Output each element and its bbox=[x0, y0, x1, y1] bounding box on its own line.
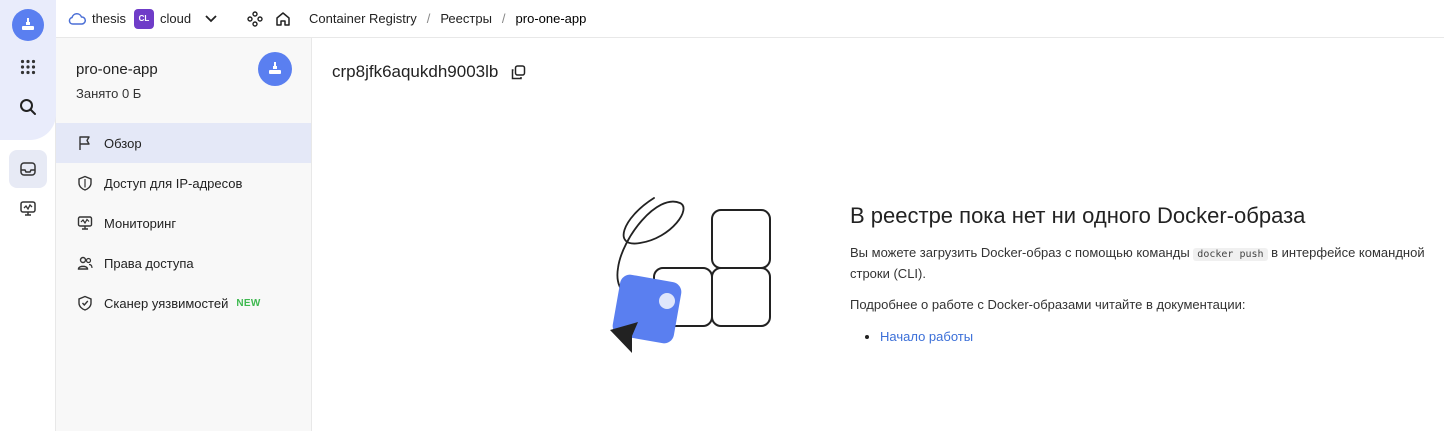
sidebar-nav: Обзор Доступ для IP-адресов Мониторинг П… bbox=[56, 123, 311, 323]
home-icon[interactable] bbox=[275, 11, 291, 27]
breadcrumb-registries[interactable]: Реестры bbox=[440, 11, 492, 26]
top-bar: thesis CL cloud Container Registry / Рее… bbox=[56, 0, 1444, 38]
sidebar-item-overview[interactable]: Обзор bbox=[56, 123, 311, 163]
cloud-icon bbox=[68, 12, 86, 26]
shield-check-icon bbox=[76, 294, 94, 312]
registry-avatar-icon bbox=[258, 52, 292, 86]
search-icon[interactable] bbox=[10, 89, 46, 125]
sidebar-item-label: Сканер уязвимостей bbox=[104, 295, 229, 311]
main-content: crp8jfk6aqukdh9003lb В реестре пока нет … bbox=[312, 38, 1444, 431]
registry-id: crp8jfk6aqukdh9003lb bbox=[332, 62, 499, 81]
docker-push-command: docker push bbox=[1193, 248, 1268, 261]
flag-icon bbox=[76, 134, 94, 152]
docs-list: Начало работы bbox=[850, 329, 1442, 344]
sidebar-item-ip-access[interactable]: Доступ для IP-адресов bbox=[56, 163, 311, 203]
sidebar-item-label: Обзор bbox=[104, 135, 142, 151]
container-registry-logo-icon[interactable] bbox=[12, 9, 44, 41]
sidebar-item-vulnerability-scanner[interactable]: Сканер уязвимостей NEW bbox=[56, 283, 311, 323]
sidebar: pro-one-app Занято 0 Б Обзор Доступ для … bbox=[56, 38, 312, 431]
shield-icon bbox=[76, 174, 94, 192]
docs-hint: Подробнее о работе с Docker-образами чит… bbox=[850, 297, 1246, 312]
getting-started-link[interactable]: Начало работы bbox=[880, 329, 973, 344]
empty-state-text-before: Вы можете загрузить Docker-образ с помощ… bbox=[850, 245, 1190, 260]
registry-id-heading: crp8jfk6aqukdh9003lb bbox=[332, 62, 526, 82]
monitoring-rail-icon[interactable] bbox=[10, 190, 46, 226]
empty-state: В реестре пока нет ни одного Docker-обра… bbox=[850, 203, 1442, 344]
service-nodes-icon[interactable] bbox=[247, 10, 263, 27]
services-grid-icon[interactable] bbox=[10, 49, 46, 85]
empty-state-title: В реестре пока нет ни одного Docker-обра… bbox=[850, 203, 1306, 228]
breadcrumb-separator: / bbox=[426, 11, 431, 26]
empty-registry-illustration bbox=[602, 188, 782, 358]
empty-state-text: Вы можете загрузить Docker-образ с помощ… bbox=[850, 243, 1442, 283]
breadcrumb-container-registry[interactable]: Container Registry bbox=[309, 11, 417, 26]
folder-name: cloud bbox=[159, 11, 192, 26]
sidebar-item-label: Мониторинг bbox=[104, 215, 177, 231]
copy-icon[interactable] bbox=[510, 64, 526, 80]
registry-name: pro-one-app bbox=[76, 61, 158, 78]
sidebar-item-access-rights[interactable]: Права доступа bbox=[56, 243, 311, 283]
inbox-icon[interactable] bbox=[9, 150, 47, 188]
sidebar-item-monitoring[interactable]: Мониторинг bbox=[56, 203, 311, 243]
chevron-down-icon[interactable] bbox=[205, 14, 217, 23]
sidebar-item-label: Доступ для IP-адресов bbox=[104, 175, 243, 191]
left-rail bbox=[0, 0, 56, 431]
new-badge: NEW bbox=[236, 297, 261, 309]
cloud-name: thesis bbox=[92, 11, 126, 26]
sidebar-item-label: Права доступа bbox=[104, 255, 194, 271]
cloud-selector[interactable]: thesis CL cloud bbox=[68, 8, 217, 29]
registry-usage: Занято 0 Б bbox=[76, 86, 142, 101]
breadcrumb-separator: / bbox=[501, 11, 506, 26]
list-item: Начало работы bbox=[880, 329, 1442, 344]
breadcrumb-current: pro-one-app bbox=[515, 11, 587, 26]
monitor-icon bbox=[76, 214, 94, 232]
users-icon bbox=[76, 254, 94, 272]
cloud-badge: CL bbox=[133, 8, 154, 29]
